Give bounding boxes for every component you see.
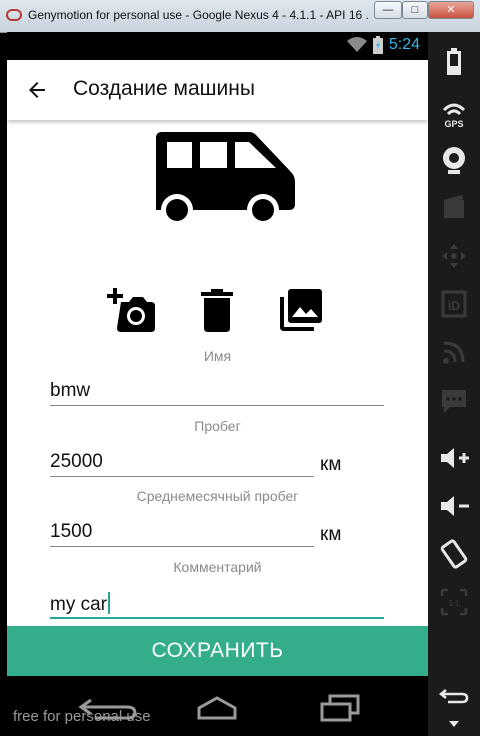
wifi-icon [346, 37, 367, 52]
maximize-button[interactable]: □ [402, 1, 428, 19]
webcam-icon[interactable] [436, 142, 472, 178]
van-icon [156, 132, 295, 226]
rss-icon[interactable] [436, 334, 472, 370]
name-input[interactable]: bmw [50, 380, 90, 402]
mileage-label: Пробег [194, 418, 241, 434]
comment-underline [50, 617, 384, 619]
mileage-underline [50, 476, 314, 477]
emulator-side-panel: GPS ID 1:1 [428, 32, 480, 736]
dpad-icon[interactable] [436, 238, 472, 274]
sms-icon[interactable] [436, 382, 472, 418]
gps-icon[interactable]: GPS [436, 96, 472, 132]
id-icon[interactable]: ID [436, 286, 472, 322]
delete-icon[interactable] [193, 286, 241, 334]
navigation-bar: free for personal use [7, 676, 428, 736]
save-button-label: СОХРАНИТЬ [151, 639, 284, 662]
battery-widget-icon[interactable] [436, 44, 472, 80]
volume-down-icon[interactable] [436, 488, 472, 524]
status-clock: 5:24 [388, 36, 420, 53]
add-photo-icon[interactable] [107, 286, 155, 334]
minimize-button[interactable]: — [374, 1, 402, 19]
genymotion-icon [6, 9, 22, 21]
monthly-mileage-underline [50, 546, 314, 547]
monthly-mileage-input[interactable]: 1500 [50, 521, 92, 543]
mileage-input[interactable]: 25000 [50, 451, 103, 473]
comment-text: my car [50, 594, 107, 615]
status-bar: 5:24 [7, 32, 428, 60]
battery-icon [372, 36, 383, 54]
form-content: Имя bmw Пробег 25000 км Среднемесячный п… [7, 120, 428, 626]
save-button[interactable]: СОХРАНИТЬ [7, 626, 428, 676]
monthly-mileage-label: Среднемесячный пробег [136, 488, 299, 504]
name-underline [50, 405, 384, 406]
close-button[interactable]: ✕ [428, 1, 474, 19]
back-arrow-icon[interactable] [25, 78, 49, 102]
page-title: Создание машины [73, 77, 255, 100]
android-screen: 5:24 Создание машины Имя bmw Пробег 2500… [7, 32, 428, 736]
scroll-down-icon[interactable] [448, 720, 460, 728]
media-icon[interactable] [436, 190, 472, 226]
mileage-unit: км [320, 454, 342, 475]
scale-icon[interactable]: 1:1 [436, 584, 472, 620]
svg-text:1:1: 1:1 [448, 599, 460, 608]
monthly-mileage-unit: км [320, 524, 342, 545]
comment-label: Комментарий [173, 559, 262, 575]
watermark-text: free for personal use [13, 708, 151, 725]
recents-icon[interactable] [320, 694, 360, 722]
volume-up-icon[interactable] [436, 440, 472, 476]
comment-input[interactable]: my car [50, 592, 110, 616]
back-button-icon[interactable] [436, 678, 472, 714]
rotate-icon[interactable] [436, 536, 472, 572]
home-icon[interactable] [195, 694, 239, 720]
text-cursor [108, 592, 110, 614]
name-label: Имя [203, 348, 232, 364]
svg-text:ID: ID [448, 299, 460, 313]
svg-text:GPS: GPS [444, 119, 463, 129]
app-bar: Создание машины [7, 60, 428, 120]
window-title: Genymotion for personal use - Google Nex… [28, 8, 368, 22]
gallery-icon[interactable] [277, 286, 325, 334]
window-titlebar: Genymotion for personal use - Google Nex… [0, 0, 480, 33]
